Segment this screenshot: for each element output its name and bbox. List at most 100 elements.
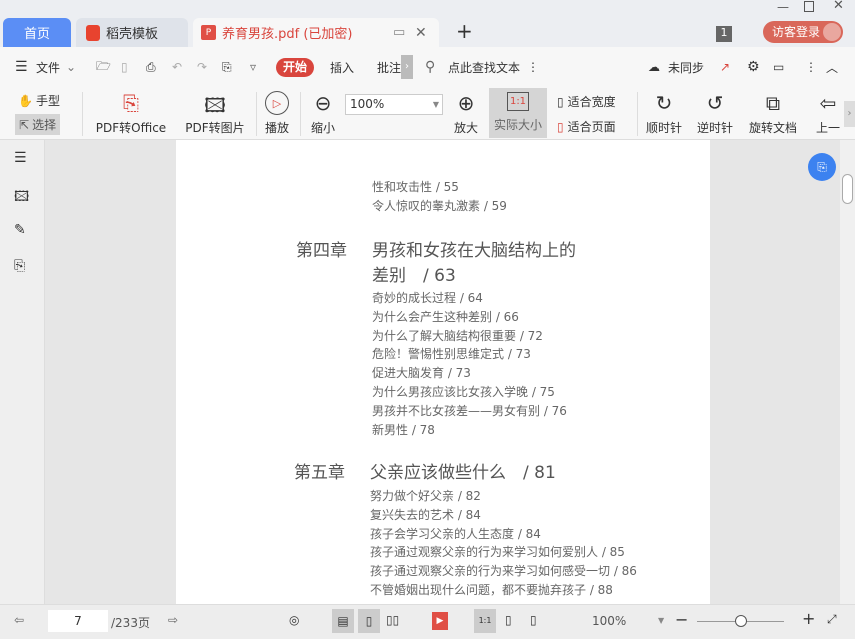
chapter-label: 第四章 bbox=[296, 241, 347, 261]
minimize-button[interactable]: — bbox=[777, 0, 789, 14]
pdf-to-image-button[interactable]: 🖾 PDF转图片 bbox=[184, 91, 246, 136]
undo-icon[interactable]: ↶ bbox=[172, 60, 182, 74]
open-icon[interactable]: 🗁 bbox=[96, 57, 111, 78]
collapse-ribbon-icon[interactable]: ︿ bbox=[826, 59, 838, 76]
toc-entry: 奇妙的成长过程 / 64 bbox=[372, 291, 483, 305]
page-number: 7 bbox=[74, 614, 82, 628]
signature-icon[interactable]: ⎘ bbox=[14, 258, 25, 274]
toc-entry: 促进大脑发育 / 73 bbox=[372, 366, 471, 381]
continuous-view-icon[interactable]: ▤ bbox=[332, 609, 354, 633]
play-icon[interactable]: ▶ bbox=[432, 612, 448, 630]
tab-templates-label: 稻壳模板 bbox=[106, 27, 159, 42]
fullscreen-icon[interactable]: ⤢ bbox=[827, 612, 837, 627]
search-icon: ⚲ bbox=[425, 59, 436, 75]
gear-icon[interactable]: ⚙ bbox=[747, 59, 760, 75]
sync-status[interactable]: 未同步 bbox=[668, 59, 704, 76]
pdf-to-office-button[interactable]: ⎘ PDF转Office bbox=[92, 91, 170, 136]
hand-label: 手型 bbox=[35, 94, 60, 108]
play-button[interactable]: ▷ 播放 bbox=[262, 91, 292, 136]
tab-start[interactable]: 开始 bbox=[276, 58, 314, 77]
thumbnail-icon[interactable]: 🖾 bbox=[14, 186, 29, 210]
single-page-icon[interactable]: ▯ bbox=[358, 609, 380, 633]
tab-document[interactable]: P 养育男孩.pdf (已加密) ▭ ✕ bbox=[193, 18, 439, 47]
next-page-icon[interactable]: ⇨ bbox=[168, 613, 178, 627]
prev-page-button[interactable]: ⇦ 上一 bbox=[816, 91, 840, 136]
login-button[interactable]: 访客登录 bbox=[763, 21, 843, 43]
ribbon: ✋ 手型 ⇱ 选择 ⎘ PDF转Office 🖾 PDF转图片 ▷ 播放 ⊖ 缩小 100%… bbox=[0, 87, 855, 140]
hand-tool[interactable]: ✋ 手型 bbox=[18, 92, 60, 109]
cloud-icon: ☁ bbox=[648, 60, 660, 74]
page-number-input[interactable]: 7 bbox=[48, 610, 108, 632]
outline-icon[interactable]: ☰ bbox=[14, 150, 27, 166]
counter-label: 逆时针 bbox=[696, 121, 733, 135]
window-count-badge[interactable]: 1 bbox=[716, 26, 732, 42]
zoom-select[interactable]: 100% ▼ bbox=[345, 94, 443, 115]
fit-page-label: 适合页面 bbox=[567, 120, 616, 134]
pdf-to-office-label: PDF转Office bbox=[95, 121, 167, 135]
pdf-icon: P bbox=[201, 25, 216, 40]
rotate-clockwise-button[interactable]: ↻ 顺时针 bbox=[644, 91, 684, 136]
tab-home-label: 首页 bbox=[23, 27, 50, 42]
fit-width-icon[interactable]: ▯ bbox=[530, 613, 537, 627]
toc-entry: 复兴失去的艺术 / 84 bbox=[370, 507, 481, 522]
eye-protection-icon[interactable]: ◎ bbox=[289, 613, 299, 627]
chevron-down-icon: ⌄ bbox=[66, 60, 77, 74]
rotate-label: 旋转文档 bbox=[748, 121, 797, 135]
fit-width-icon: ▯ bbox=[557, 94, 564, 109]
more-vertical-icon[interactable]: ⋮ bbox=[805, 60, 817, 74]
maximize-button[interactable] bbox=[804, 1, 814, 12]
print-icon[interactable]: ⎙ bbox=[146, 60, 156, 75]
zoom-slider-handle[interactable] bbox=[734, 615, 747, 627]
share-icon[interactable]: ↗ bbox=[720, 60, 730, 74]
vertical-scrollbar[interactable] bbox=[840, 140, 855, 604]
annotation-icon[interactable]: ✎ bbox=[14, 222, 26, 238]
pin-icon[interactable]: ▭ bbox=[393, 25, 405, 40]
rotate-counter-icon: ↺ bbox=[706, 91, 724, 115]
zoom-out-button[interactable]: ⊖ 缩小 bbox=[308, 91, 338, 136]
actual-size-button[interactable]: 1:1 实际大小 bbox=[489, 88, 547, 138]
ribbon-scroll-right[interactable]: › bbox=[844, 101, 855, 127]
actual-size-label: 实际大小 bbox=[493, 118, 542, 132]
convert-float-button[interactable]: ⎘ bbox=[808, 153, 836, 181]
menu-icon[interactable]: ☰ bbox=[15, 59, 28, 75]
save-icon[interactable]: ▯ bbox=[121, 60, 128, 74]
zoom-in-icon: ⊕ bbox=[457, 91, 475, 115]
zoom-level[interactable]: 100% bbox=[592, 614, 626, 628]
rotate-document-button[interactable]: ⧉ 旋转文档 bbox=[747, 91, 799, 136]
fit-page-icon[interactable]: ▯ bbox=[505, 613, 512, 627]
two-page-icon[interactable]: ▯▯ bbox=[386, 613, 399, 627]
tabs-scroll-right[interactable]: › bbox=[401, 55, 413, 79]
scrollbar-thumb[interactable] bbox=[842, 174, 853, 204]
tab-home[interactable]: 首页 bbox=[3, 18, 71, 47]
zoom-in-button[interactable]: ⊕ 放大 bbox=[451, 91, 481, 136]
more-icon[interactable]: ▿ bbox=[250, 60, 256, 74]
new-tab-button[interactable]: + bbox=[456, 19, 473, 43]
zoom-dropdown-icon[interactable]: ▼ bbox=[658, 616, 664, 625]
tab-document-label: 养育男孩.pdf (已加密) bbox=[222, 27, 353, 42]
search-text-button[interactable]: 点此查找文本 bbox=[448, 59, 520, 76]
tab-annotate[interactable]: 批注 bbox=[377, 59, 401, 76]
play-icon: ▷ bbox=[265, 91, 289, 115]
tab-templates[interactable]: 稻壳模板 bbox=[76, 18, 188, 47]
fit-page-button[interactable]: ▯ 适合页面 bbox=[557, 118, 616, 135]
close-tab-icon[interactable]: ✕ bbox=[415, 25, 427, 41]
file-menu[interactable]: 文件 bbox=[36, 59, 60, 76]
clockwise-label: 顺时针 bbox=[645, 121, 682, 135]
export-icon[interactable]: ⎘ bbox=[222, 60, 232, 75]
avatar-icon bbox=[823, 23, 841, 41]
close-window-button[interactable]: ✕ bbox=[833, 0, 844, 13]
zoom-out-icon[interactable]: − bbox=[675, 610, 688, 629]
tab-insert[interactable]: 插入 bbox=[330, 59, 354, 76]
more-vertical-icon[interactable]: ⋮ bbox=[527, 60, 539, 74]
zoom-slider[interactable] bbox=[697, 615, 784, 627]
select-tool[interactable]: ⇱ 选择 bbox=[15, 114, 61, 135]
zoom-out-icon: ⊖ bbox=[314, 91, 332, 115]
fit-width-button[interactable]: ▯ 适合宽度 bbox=[557, 93, 616, 110]
prev-page-icon[interactable]: ⇦ bbox=[14, 613, 24, 627]
comment-icon[interactable]: ▭ bbox=[773, 60, 784, 74]
rotate-counter-button[interactable]: ↺ 逆时针 bbox=[695, 91, 735, 136]
play-label: 播放 bbox=[264, 121, 289, 135]
redo-icon[interactable]: ↷ bbox=[197, 60, 207, 74]
zoom-in-icon[interactable]: + bbox=[802, 609, 815, 628]
actual-size-icon[interactable]: 1:1 bbox=[474, 609, 496, 633]
